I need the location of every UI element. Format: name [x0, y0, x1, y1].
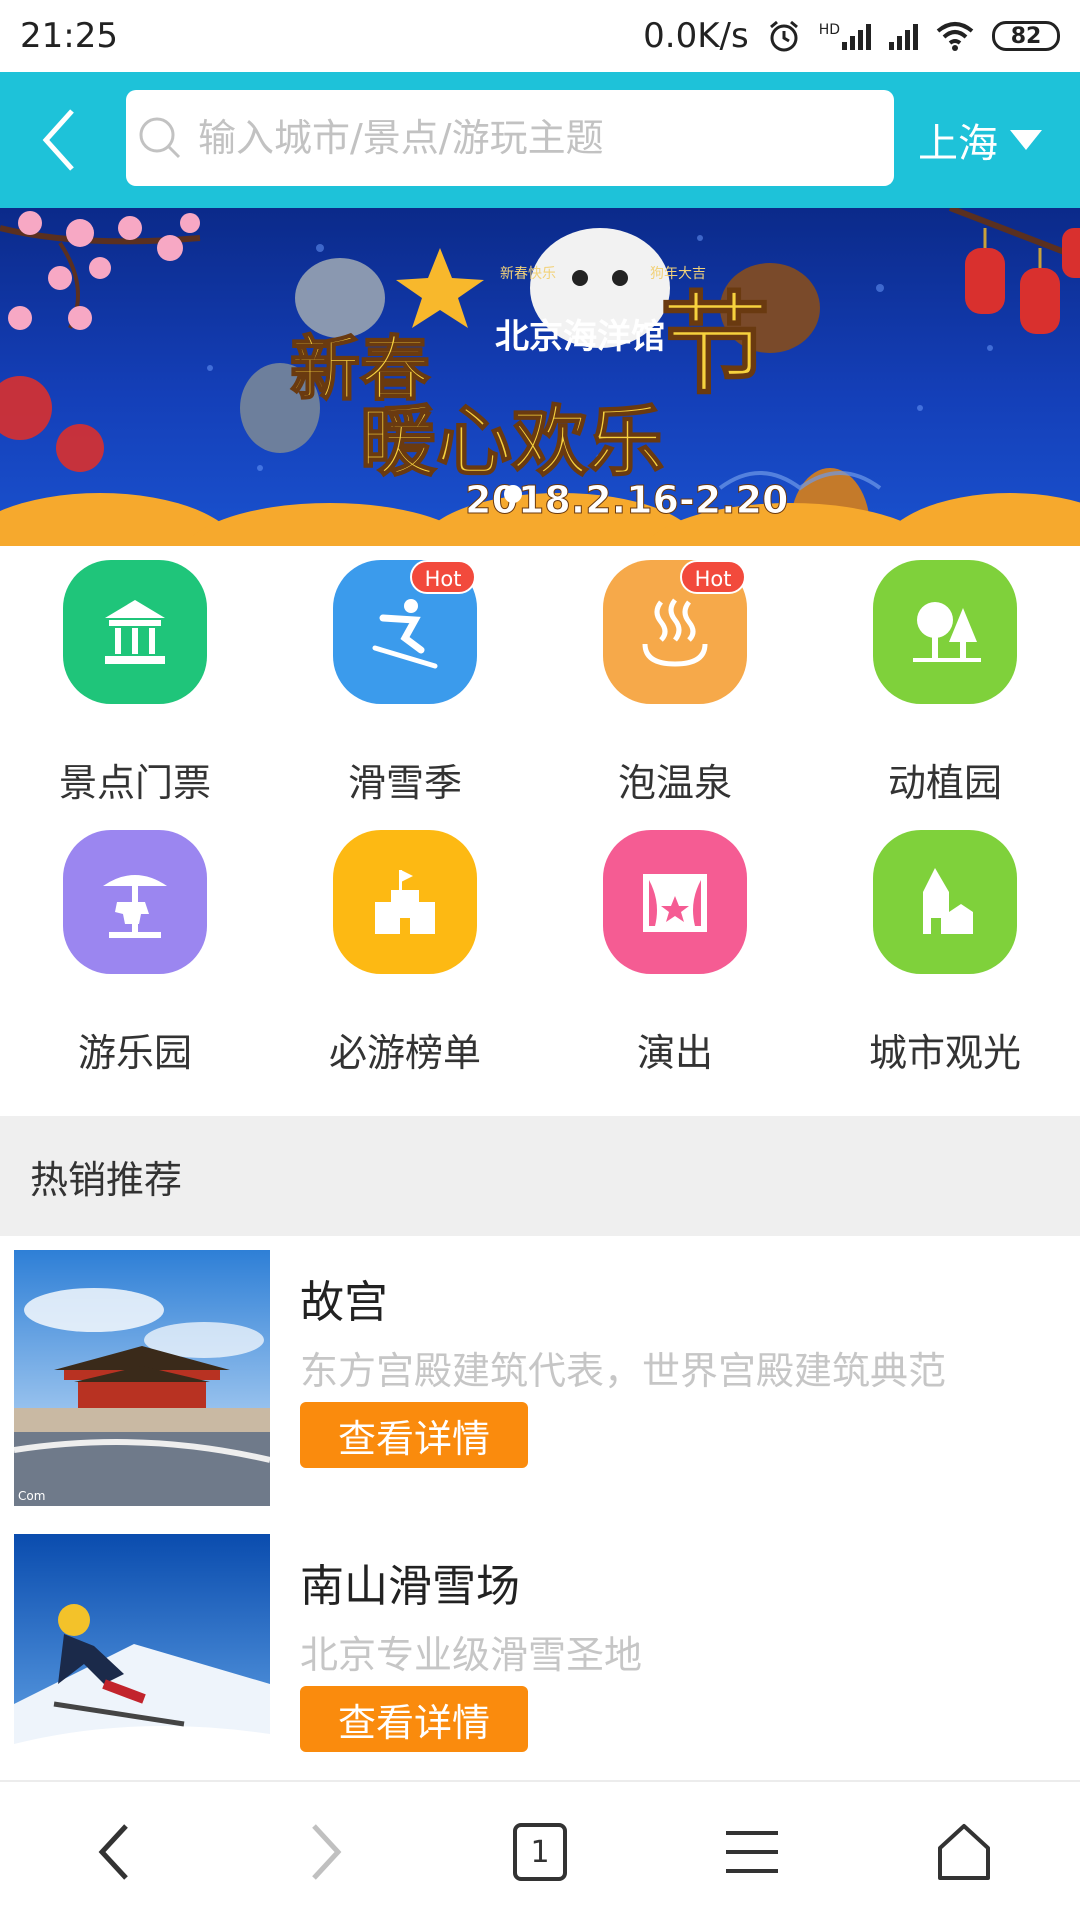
- category-must-visit[interactable]: 必游榜单: [270, 816, 540, 1086]
- chevron-left-icon: [42, 109, 74, 171]
- network-speed: 0.0K/s: [643, 16, 749, 56]
- category-label: 泡温泉: [617, 761, 732, 805]
- category-label: 动植园: [887, 761, 1002, 805]
- banner-title-line1b: 节: [660, 281, 770, 409]
- menu-icon: [726, 1831, 778, 1873]
- carousel-dot-active[interactable]: [504, 485, 522, 503]
- hd-signal-icon: HD: [819, 22, 871, 50]
- category-label: 必游榜单: [328, 1031, 481, 1075]
- category-city-tour[interactable]: 城市观光: [810, 816, 1080, 1086]
- banner-venue: 北京海洋馆: [495, 317, 665, 357]
- home-icon: [938, 1824, 990, 1880]
- tabs-button[interactable]: 1: [490, 1802, 590, 1902]
- browser-bottom-nav: 1: [0, 1780, 1080, 1920]
- view-details-button[interactable]: 查看详情: [300, 1686, 528, 1752]
- cell-signal-icon: [889, 22, 918, 50]
- wifi-icon: [936, 22, 974, 51]
- chevron-left-icon: [98, 1824, 128, 1880]
- hot-badge: Hot: [410, 560, 476, 594]
- menu-button[interactable]: [702, 1802, 802, 1902]
- stage-icon: [603, 830, 747, 974]
- lanterns: [948, 208, 1080, 334]
- castle-icon: [333, 830, 477, 974]
- battery-icon: 82: [992, 21, 1060, 51]
- search-input[interactable]: [196, 98, 856, 178]
- category-scenic-tickets[interactable]: 景点门票: [0, 546, 270, 816]
- product-image[interactable]: [14, 1534, 270, 1790]
- tab-count-icon: 1: [513, 1823, 567, 1881]
- alarm-icon: [769, 20, 798, 52]
- category-amusement-park[interactable]: 游乐园: [0, 816, 270, 1086]
- city-label: 上海: [918, 121, 998, 167]
- pavilion-icon: [63, 560, 207, 704]
- search-box[interactable]: [126, 90, 894, 186]
- hd-label: HD: [818, 22, 840, 38]
- caret-down-icon: [1010, 130, 1042, 150]
- category-label: 演出: [636, 1031, 713, 1075]
- category-ski-season[interactable]: Hot 滑雪季: [270, 546, 540, 816]
- product-item[interactable]: Com 故宫 东方宫殿建筑代表，世界宫殿建筑典范 查看详情: [0, 1236, 1080, 1520]
- view-details-button[interactable]: 查看详情: [300, 1402, 528, 1468]
- category-shows[interactable]: 演出: [540, 816, 810, 1086]
- section-title: 热销推荐: [0, 1116, 1080, 1236]
- blossom-branch: [0, 211, 201, 472]
- carousel-icon: [63, 830, 207, 974]
- banner-tag-left: 新春快乐: [500, 266, 556, 282]
- product-image[interactable]: Com: [14, 1250, 270, 1506]
- product-description: 北京专业级滑雪圣地: [300, 1633, 643, 1677]
- nav-forward-button[interactable]: [276, 1802, 376, 1902]
- product-description: 东方宫殿建筑代表，世界宫殿建筑典范: [300, 1349, 947, 1393]
- category-grid: 景点门票 Hot 滑雪季 Hot 泡温泉 动植园 游乐园 必游榜单 演出 城市观…: [0, 546, 1080, 1116]
- banner-artwork: 新春 节 北京海洋馆 暖心欢乐 2018.2.16-2.20 新春快乐 狗年大吉: [0, 208, 1080, 546]
- hot-badge: Hot: [680, 560, 746, 594]
- category-label: 游乐园: [77, 1031, 192, 1075]
- trees-icon: [873, 560, 1017, 704]
- category-zoo-botanical[interactable]: 动植园: [810, 546, 1080, 816]
- home-button[interactable]: [914, 1802, 1014, 1902]
- banner-tag-right: 狗年大吉: [650, 266, 706, 282]
- tower-icon: [873, 830, 1017, 974]
- city-selector[interactable]: 上海: [918, 100, 1044, 180]
- back-button[interactable]: [18, 100, 98, 180]
- top-header: 上海: [0, 72, 1080, 208]
- category-label: 城市观光: [868, 1031, 1021, 1075]
- status-time: 21:25: [20, 16, 118, 56]
- category-label: 景点门票: [58, 761, 211, 805]
- category-label: 滑雪季: [347, 761, 462, 805]
- status-icons: 0.0K/s HD 82: [643, 16, 1060, 56]
- status-bar: 21:25 0.0K/s HD 82: [0, 0, 1080, 72]
- product-title: 故宫: [300, 1277, 388, 1328]
- category-hot-spring[interactable]: Hot 泡温泉: [540, 546, 810, 816]
- product-item[interactable]: 南山滑雪场 北京专业级滑雪圣地 查看详情: [0, 1520, 1080, 1804]
- promo-banner[interactable]: 新春 节 北京海洋馆 暖心欢乐 2018.2.16-2.20 新春快乐 狗年大吉: [0, 208, 1080, 546]
- banner-title-line2: 暖心欢乐: [360, 397, 664, 486]
- search-icon: [139, 117, 181, 159]
- product-image-watermark: Com: [18, 1489, 45, 1503]
- chevron-right-icon: [312, 1824, 342, 1880]
- nav-back-button[interactable]: [64, 1802, 164, 1902]
- product-title: 南山滑雪场: [300, 1561, 520, 1612]
